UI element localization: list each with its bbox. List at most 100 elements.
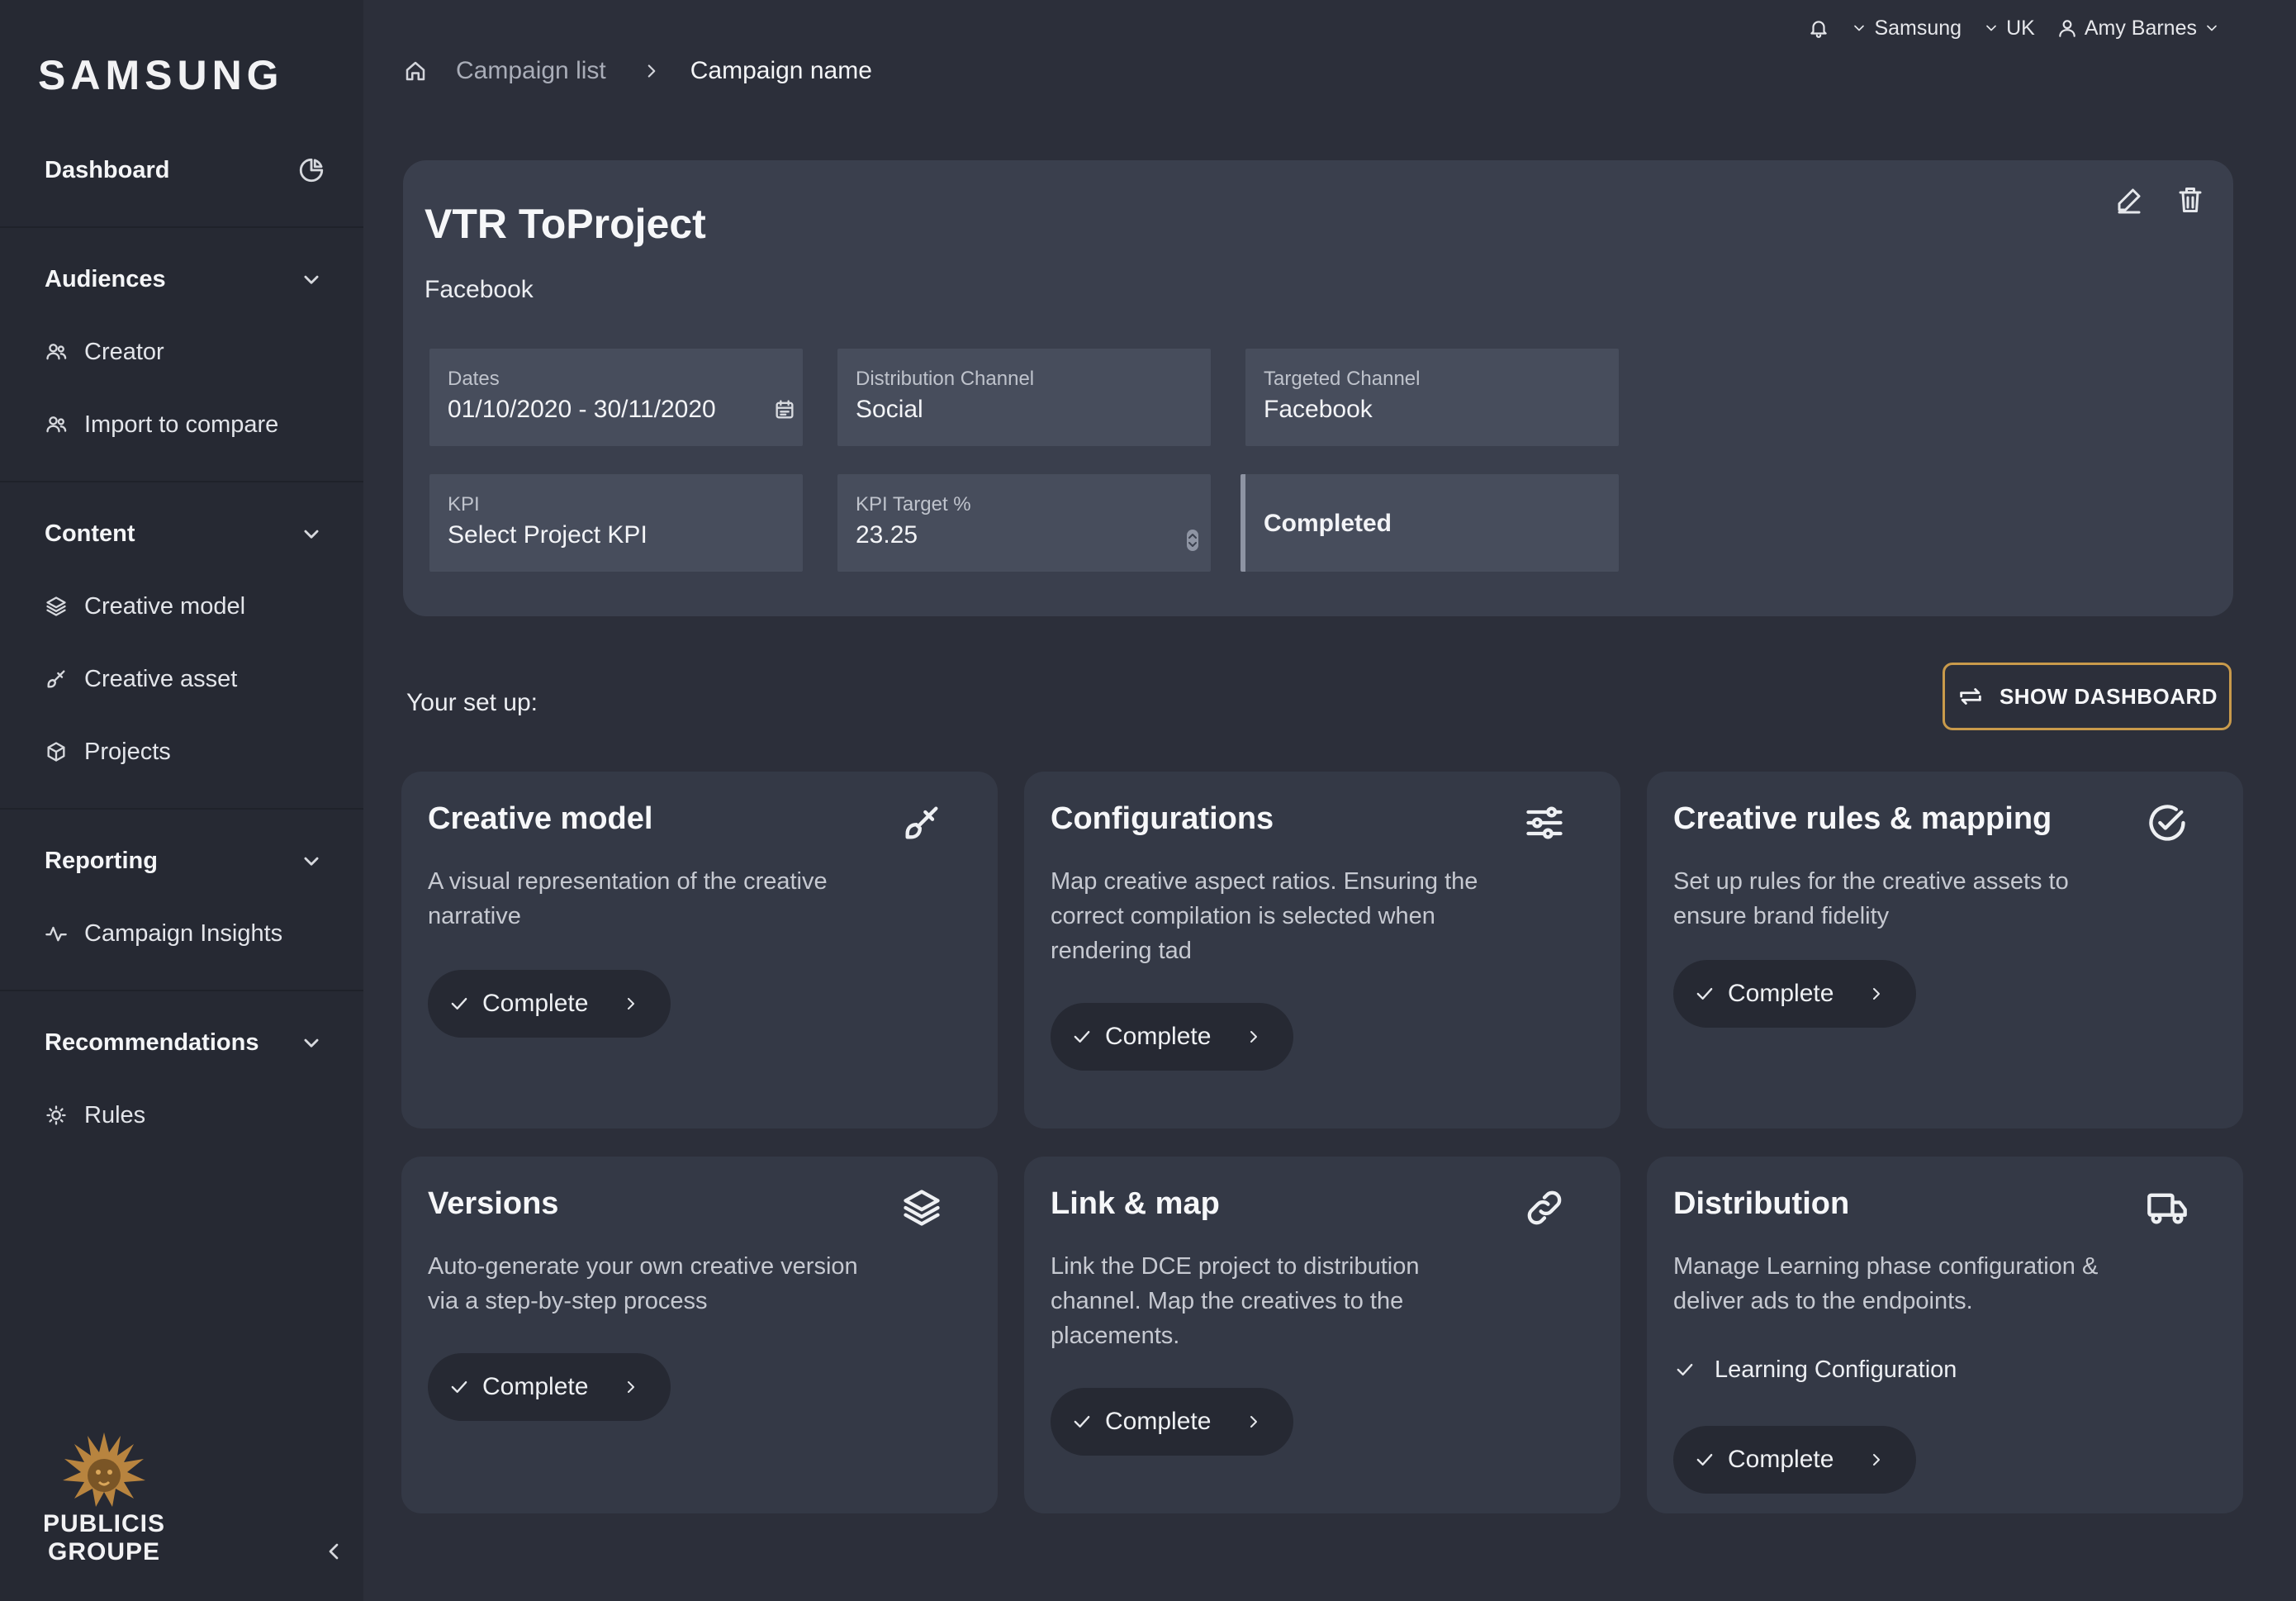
collapse-sidebar-icon[interactable] bbox=[320, 1538, 347, 1565]
check-icon bbox=[1673, 1358, 1696, 1381]
sidebar-item-creative-model[interactable]: Creative model bbox=[45, 588, 342, 625]
home-icon[interactable] bbox=[403, 59, 428, 83]
distribution-channel-field[interactable]: Distribution Channel Social bbox=[837, 349, 1211, 446]
field-label: Targeted Channel bbox=[1264, 368, 1421, 390]
sidebar-item-projects[interactable]: Projects bbox=[45, 734, 342, 770]
check-icon bbox=[1693, 982, 1716, 1005]
card-title: Versions bbox=[428, 1186, 559, 1221]
publicis-line-2: GROUPE bbox=[47, 1538, 161, 1565]
bell-icon[interactable] bbox=[1808, 17, 1829, 39]
sidebar-group-reporting[interactable]: Reporting bbox=[45, 844, 325, 877]
campaign-platform: Facebook bbox=[425, 276, 534, 303]
calendar-icon[interactable] bbox=[773, 398, 796, 421]
complete-button[interactable]: Complete bbox=[428, 970, 671, 1038]
sidebar-group-audiences[interactable]: Audiences bbox=[45, 263, 325, 296]
setup-card-creative-model: Creative model A visual representation o… bbox=[401, 772, 998, 1128]
chevron-right-icon bbox=[1244, 1027, 1264, 1047]
user-menu[interactable]: Amy Barnes bbox=[2056, 17, 2220, 40]
swap-icon bbox=[1957, 682, 1985, 710]
card-description: Link the DCE project to distribution cha… bbox=[1051, 1253, 1420, 1349]
sidebar-group-title: Audiences bbox=[45, 265, 166, 292]
field-label: Distribution Channel bbox=[856, 368, 1035, 390]
check-icon bbox=[1070, 1025, 1093, 1048]
sidebar-item-creative-asset[interactable]: Creative asset bbox=[45, 661, 342, 697]
complete-label: Complete bbox=[1105, 1023, 1212, 1050]
check-icon bbox=[448, 992, 471, 1015]
targeted-channel-field[interactable]: Targeted Channel Facebook bbox=[1245, 349, 1619, 446]
setup-card-configurations: Configurations Map creative aspect ratio… bbox=[1024, 772, 1620, 1128]
publicis-groupe-logo: PUBLICIS GROUPE bbox=[38, 1428, 170, 1566]
stepper-icon[interactable] bbox=[1186, 529, 1199, 552]
chevron-down-icon bbox=[1983, 20, 2000, 36]
lion-emblem-icon bbox=[51, 1428, 157, 1510]
user-icon bbox=[2056, 17, 2078, 39]
complete-button[interactable]: Complete bbox=[1673, 960, 1917, 1028]
layers-icon bbox=[900, 1186, 943, 1229]
breadcrumb-current: Campaign name bbox=[690, 57, 872, 84]
sidebar-item-import-to-compare[interactable]: Import to compare bbox=[45, 406, 342, 443]
sidebar-group-recommendations[interactable]: Recommendations bbox=[45, 1026, 325, 1059]
brush-icon bbox=[900, 801, 943, 844]
field-value: 01/10/2020 - 30/11/2020 bbox=[448, 396, 716, 423]
sidebar-group-title: Recommendations bbox=[45, 1029, 259, 1056]
lightbulb-icon bbox=[45, 1104, 68, 1127]
sliders-icon bbox=[1523, 801, 1566, 844]
dates-field[interactable]: Dates 01/10/2020 - 30/11/2020 bbox=[429, 349, 803, 446]
chevron-down-icon bbox=[297, 520, 325, 548]
complete-label: Complete bbox=[1728, 1446, 1834, 1473]
card-description: Manage Learning phase configuration & de… bbox=[1673, 1253, 2099, 1314]
chevron-right-icon bbox=[1867, 984, 1886, 1004]
layers-icon bbox=[45, 595, 68, 618]
breadcrumb-campaign-list[interactable]: Campaign list bbox=[456, 57, 606, 85]
complete-label: Complete bbox=[1105, 1408, 1212, 1435]
edit-icon[interactable] bbox=[2114, 185, 2144, 215]
activity-icon bbox=[45, 922, 68, 945]
chevron-down-icon bbox=[297, 1029, 325, 1057]
show-dashboard-label: SHOW DASHBOARD bbox=[1999, 683, 2218, 709]
region-label: UK bbox=[2006, 16, 2035, 40]
chevron-right-icon bbox=[1867, 1450, 1886, 1470]
kpi-target-field[interactable]: KPI Target % 23.25 bbox=[837, 474, 1211, 572]
region-selector[interactable]: UK bbox=[1983, 17, 2035, 40]
sidebar-item-dashboard[interactable]: Dashboard bbox=[45, 154, 325, 187]
sidebar-item-creator[interactable]: Creator bbox=[45, 334, 342, 370]
chevron-right-icon bbox=[621, 1377, 641, 1397]
box-icon bbox=[45, 740, 68, 763]
card-description: A visual representation of the creative … bbox=[428, 868, 828, 929]
setup-card-link-map: Link & map Link the DCE project to distr… bbox=[1024, 1157, 1620, 1513]
complete-button[interactable]: Complete bbox=[1051, 1388, 1294, 1456]
show-dashboard-button[interactable]: SHOW DASHBOARD bbox=[1943, 663, 2232, 730]
account-label: Samsung bbox=[1874, 16, 1962, 40]
card-title: Creative model bbox=[428, 801, 653, 836]
sidebar-item-label: Import to compare bbox=[84, 411, 279, 438]
account-selector[interactable]: Samsung bbox=[1851, 17, 1962, 40]
sidebar-divider bbox=[0, 808, 363, 810]
complete-button[interactable]: Complete bbox=[1051, 1003, 1294, 1071]
sidebar-item-campaign-insights[interactable]: Campaign Insights bbox=[45, 915, 342, 952]
users-icon bbox=[45, 413, 68, 436]
chevron-down-icon bbox=[1851, 20, 1867, 36]
complete-button[interactable]: Complete bbox=[428, 1353, 671, 1421]
sidebar-item-label: Creator bbox=[84, 338, 164, 365]
kpi-field[interactable]: KPI Select Project KPI bbox=[429, 474, 803, 572]
field-value: Social bbox=[856, 396, 923, 423]
check-icon bbox=[1070, 1410, 1093, 1433]
complete-label: Complete bbox=[1728, 980, 1834, 1007]
field-value: Facebook bbox=[1264, 396, 1373, 423]
check-circle-icon bbox=[2146, 801, 2189, 844]
truck-icon bbox=[2146, 1186, 2189, 1229]
sidebar-item-label: Campaign Insights bbox=[84, 919, 283, 947]
sidebar-divider bbox=[0, 990, 363, 991]
sidebar-item-label: Dashboard bbox=[45, 156, 170, 183]
users-icon bbox=[45, 340, 68, 363]
learning-configuration-item: Learning Configuration bbox=[1673, 1353, 1957, 1386]
complete-label: Complete bbox=[482, 1373, 589, 1400]
sidebar-group-title: Content bbox=[45, 520, 135, 547]
breadcrumb: Campaign list Campaign name bbox=[403, 53, 872, 89]
setup-label: Your set up: bbox=[406, 689, 538, 716]
trash-icon[interactable] bbox=[2175, 185, 2205, 215]
card-description: Auto-generate your own creative version … bbox=[428, 1253, 858, 1314]
sidebar-item-rules[interactable]: Rules bbox=[45, 1097, 342, 1133]
complete-button[interactable]: Complete bbox=[1673, 1426, 1917, 1494]
sidebar-group-content[interactable]: Content bbox=[45, 517, 325, 550]
